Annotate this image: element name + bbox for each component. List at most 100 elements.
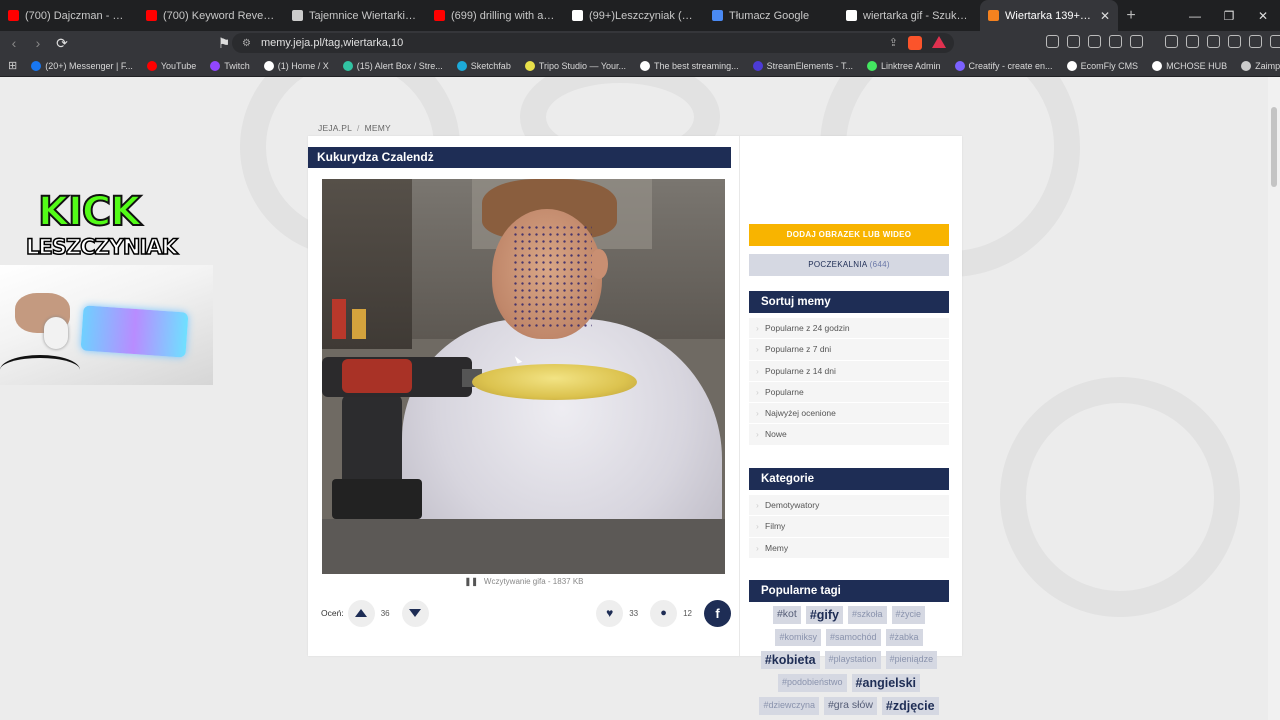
bookmark-item[interactable]: Linktree Admin [866, 60, 941, 71]
bookmark-item[interactable]: Tripo Studio — Your... [524, 60, 626, 71]
bookmark-item[interactable]: StreamElements - T... [752, 60, 853, 71]
sort-option[interactable]: Najwyżej ocenione [749, 403, 949, 425]
bookmark-list: (20+) Messenger | F... YouTube Twitch (1) H… [31, 60, 1280, 71]
breadcrumb-section[interactable]: MEMY [365, 123, 391, 133]
reload-icon[interactable]: ⟳ [52, 33, 72, 53]
scrollbar-thumb[interactable] [1271, 107, 1277, 187]
post-title[interactable]: Kukurydza Czalendż [308, 147, 731, 168]
like-button[interactable]: ♥ [596, 599, 624, 627]
tag-link[interactable]: #kot [772, 606, 801, 624]
browser-tab[interactable]: (700) Keyword Reveal in Book o [138, 0, 284, 31]
tag-link[interactable]: #pieniądze [885, 651, 938, 669]
tab-bar: (700) Dajczman - Next Day (700) Keyword R… [0, 0, 1280, 31]
bookmark-item[interactable]: Creatify - create en... [954, 60, 1053, 71]
close-tab-icon[interactable]: ✕ [1100, 9, 1110, 23]
bookmark-item[interactable]: The best streaming... [640, 60, 739, 71]
browser-tab[interactable]: Wiertarka 139+ Najlepszy ✕ [980, 0, 1118, 31]
sidebar-icon[interactable] [1186, 35, 1199, 48]
menu-icon[interactable] [1270, 35, 1280, 48]
bookmark-label: Linktree Admin [880, 60, 941, 71]
maximize-icon[interactable]: ❐ [1212, 0, 1246, 31]
categories-heading: Kategorie [749, 468, 949, 490]
heart-icon: ♥ [606, 606, 614, 620]
address-bar[interactable]: ⚙ memy.jeja.pl/tag,wiertarka,10 ⇪ [232, 33, 954, 53]
new-tab-button[interactable]: + [1118, 7, 1144, 25]
bookmark-item[interactable]: EcomFly CMS [1066, 60, 1138, 71]
category-link[interactable]: Demotywatory [749, 495, 949, 517]
wallet-icon[interactable] [1207, 35, 1220, 48]
extensions-bar [1046, 35, 1280, 48]
add-image-or-video-button[interactable]: DODAJ OBRAZEK LUB WIDEO [749, 224, 949, 246]
bookmark-item[interactable]: (20+) Messenger | F... [31, 60, 133, 71]
browser-tab[interactable]: Tłumacz Google [704, 0, 838, 31]
tag-link[interactable]: #gify [805, 606, 843, 624]
close-window-icon[interactable]: ✕ [1246, 0, 1280, 31]
bookmark-label: Creatify - create en... [968, 60, 1053, 71]
minimize-icon[interactable]: — [1178, 0, 1212, 31]
tag-link[interactable]: #szkoła [848, 606, 887, 624]
extension-icon[interactable] [1046, 35, 1059, 48]
tag-link[interactable]: #życie [891, 606, 926, 624]
tag-link[interactable]: #komiksy [775, 629, 821, 646]
page-scrollbar[interactable] [1268, 77, 1280, 720]
bookmark-item[interactable]: YouTube [146, 60, 196, 71]
sort-option[interactable]: Popularne [749, 381, 949, 404]
sort-option[interactable]: Nowe [749, 424, 949, 446]
google-translate-icon [712, 10, 723, 21]
post-gif[interactable] [322, 179, 725, 574]
vpn-icon[interactable] [1249, 35, 1262, 48]
site-info-icon[interactable]: ⚙ [242, 38, 251, 49]
category-link[interactable]: Memy [749, 537, 949, 559]
puzzle-icon[interactable] [1109, 35, 1122, 48]
music-icon[interactable] [1165, 35, 1178, 48]
tab-title: (700) Dajczman - Next Day [25, 9, 130, 22]
sort-option[interactable]: Popularne z 24 godzin [749, 318, 949, 340]
pause-icon[interactable]: ❚❚ [464, 577, 477, 586]
tag-link[interactable]: #playstation [824, 651, 881, 669]
tag-link[interactable]: #gra słów [823, 697, 877, 715]
bookmark-label: (20+) Messenger | F... [45, 60, 133, 71]
bookmark-item[interactable]: Zaimportowane z... [1241, 60, 1280, 71]
tag-link[interactable]: #dziewczyna [759, 697, 819, 715]
brave-shields-icon[interactable] [908, 36, 922, 50]
brave-rewards-icon[interactable] [932, 36, 946, 48]
back-icon[interactable]: ‹ [4, 33, 24, 53]
leo-ai-icon[interactable] [1228, 35, 1241, 48]
bookmark-favicon-icon [1066, 60, 1077, 71]
waiting-room-button[interactable]: POCZEKALNIA (644) [749, 254, 949, 276]
extension-icon[interactable] [1130, 35, 1143, 48]
share-icon[interactable]: ⇪ [889, 36, 898, 50]
upvote-button[interactable] [347, 599, 375, 627]
tag-link[interactable]: #zdjęcie [881, 697, 939, 715]
category-link[interactable]: Filmy [749, 516, 949, 538]
sort-option[interactable]: Popularne z 14 dni [749, 360, 949, 382]
bookmark-label: Twitch [224, 60, 250, 71]
bookmark-item[interactable]: Sketchfab [456, 60, 511, 71]
browser-tab[interactable]: (99+)Leszczyniak (@leszczyniak [564, 0, 704, 31]
browser-tab[interactable]: wiertarka gif - Szukaj w Google [838, 0, 980, 31]
browser-tab[interactable]: (699) drilling with a drill - YouTu [426, 0, 564, 31]
tag-link[interactable]: #samochód [825, 629, 881, 646]
bookmark-favicon-icon [31, 60, 42, 71]
extension-icon[interactable] [1088, 35, 1101, 48]
tag-link[interactable]: #żabka [885, 629, 923, 646]
tag-link[interactable]: #angielski [851, 674, 920, 692]
downvote-button[interactable] [401, 599, 429, 627]
browser-tab[interactable]: (700) Dajczman - Next Day [0, 0, 138, 31]
tag-link[interactable]: #kobieta [760, 651, 820, 669]
facebook-share-button[interactable]: f [704, 599, 731, 627]
extension-icon[interactable] [1067, 35, 1080, 48]
webcam-overlay [0, 265, 213, 385]
forward-icon[interactable]: › [28, 33, 48, 53]
bookmark-item[interactable]: (15) Alert Box / Stre... [342, 60, 443, 71]
apps-grid-icon[interactable]: ⊞ [8, 59, 17, 72]
bookmark-icon[interactable]: ⚑ [214, 33, 234, 53]
tag-link[interactable]: #podobieństwo [777, 674, 847, 692]
bookmark-item[interactable]: MCHOSE HUB [1152, 60, 1227, 71]
sort-option[interactable]: Popularne z 7 dni [749, 339, 949, 361]
bookmark-item[interactable]: Twitch [210, 60, 250, 71]
bookmark-item[interactable]: (1) Home / X [263, 60, 329, 71]
breadcrumb-home[interactable]: JEJA.PL [318, 123, 352, 133]
comments-button[interactable]: ● [650, 599, 678, 627]
browser-tab[interactable]: Tajemnice Wiertarki: Schematy, [284, 0, 426, 31]
